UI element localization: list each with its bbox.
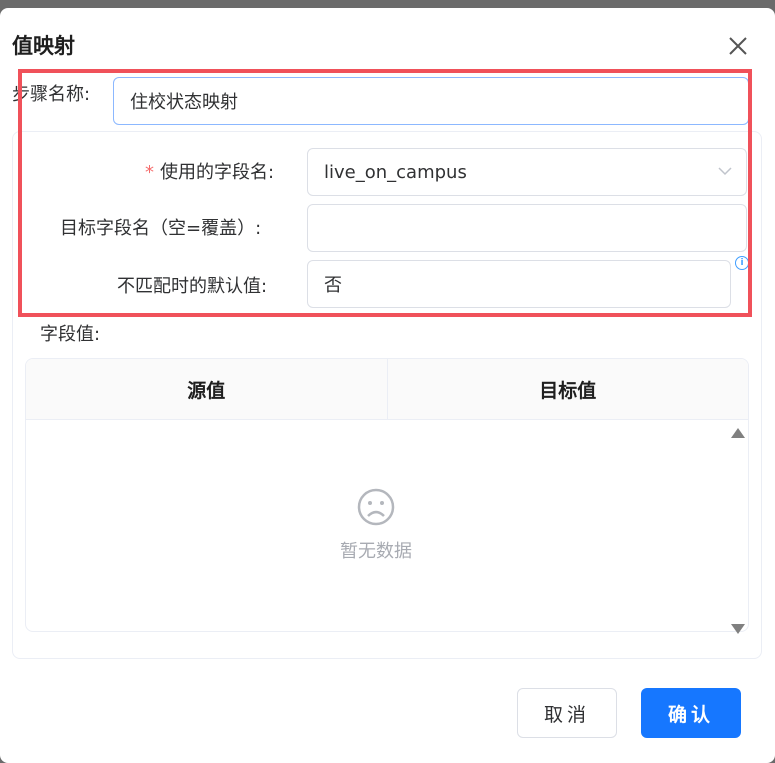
sad-face-icon — [357, 488, 395, 526]
close-icon[interactable] — [722, 30, 754, 62]
step-name-input[interactable]: 住校状态映射 — [113, 77, 749, 125]
dialog-title: 值映射 — [12, 34, 75, 58]
info-glyph: i — [740, 258, 744, 268]
confirm-button[interactable]: 确认 — [641, 688, 741, 738]
field-values-table: 源值 目标值 暂无数据 — [25, 358, 749, 632]
default-value-value: 否 — [324, 275, 342, 296]
step-name-value: 住校状态映射 — [130, 92, 238, 113]
scroll-down-arrow-icon[interactable] — [731, 624, 745, 634]
step-name-label: 步骤名称: — [12, 84, 91, 105]
field-name-label-text: 使用的字段名: — [160, 162, 275, 183]
default-value-input[interactable]: 否 — [307, 260, 731, 308]
info-icon[interactable]: i — [735, 256, 749, 270]
column-target-value: 目标值 — [386, 359, 749, 419]
field-name-select[interactable]: live_on_campus — [307, 148, 747, 196]
scroll-up-arrow-icon[interactable] — [731, 428, 745, 438]
empty-text: 暂无数据 — [340, 541, 412, 562]
table-scrollbar[interactable] — [726, 420, 750, 640]
target-field-input[interactable] — [307, 204, 747, 252]
required-mark: * — [145, 162, 154, 183]
chevron-down-icon — [718, 167, 732, 176]
field-values-label: 字段值: — [40, 324, 101, 345]
target-field-label: 目标字段名（空=覆盖）: — [60, 218, 262, 239]
field-name-label: * 使用的字段名: — [145, 158, 274, 184]
table-header: 源值 目标值 — [26, 359, 748, 420]
cancel-button[interactable]: 取消 — [517, 688, 617, 738]
column-source-value: 源值 — [187, 379, 226, 402]
default-value-label: 不匹配时的默认值: — [117, 276, 268, 297]
field-name-value: live_on_campus — [324, 161, 467, 183]
empty-state: 暂无数据 — [26, 419, 726, 631]
